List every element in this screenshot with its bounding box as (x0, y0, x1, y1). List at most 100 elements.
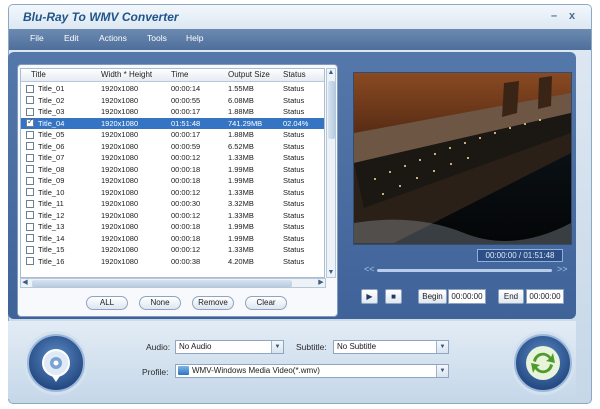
row-time: 00:00:12 (171, 245, 201, 254)
row-resolution: 1920x1080 (101, 199, 139, 208)
profile-value: WMV-Windows Media Video(*.wmv) (192, 366, 320, 375)
audio-label: Audio: (146, 342, 171, 352)
row-checkbox[interactable] (26, 199, 34, 208)
row-resolution: 1920x1080 (101, 141, 139, 151)
row-checkbox[interactable] (26, 130, 34, 139)
vertical-scroll-thumb[interactable] (328, 81, 335, 139)
table-row[interactable]: Title_09 1920x1080 00:00:18 1.99MB Status (21, 175, 324, 187)
row-checkbox[interactable] (26, 107, 34, 116)
horizontal-scroll-thumb[interactable] (32, 280, 292, 287)
play-button[interactable]: ▶ (361, 289, 378, 304)
row-output-size: 1.99MB (228, 164, 254, 174)
chevron-down-icon[interactable]: ▼ (436, 341, 448, 353)
row-checkbox[interactable] (26, 188, 34, 196)
close-button[interactable]: x (565, 9, 579, 23)
col-time[interactable]: Time (171, 70, 188, 79)
table-row[interactable]: Title_07 1920x1080 00:00:12 1.33MB Status (21, 152, 324, 164)
subtitle-select[interactable]: No Subtitle ▼ (333, 340, 449, 354)
table-row[interactable]: Title_06 1920x1080 00:00:59 6.52MB Status (21, 141, 324, 153)
seek-slider[interactable] (377, 269, 552, 272)
menu-tools[interactable]: Tools (147, 33, 167, 43)
end-time-field[interactable]: 00:00:00 (526, 289, 564, 304)
row-status: Status (283, 130, 305, 139)
chevron-down-icon[interactable]: ▼ (436, 365, 448, 377)
row-checkbox[interactable] (26, 257, 34, 265)
row-title: Title_04 (38, 118, 65, 128)
row-checkbox[interactable] (26, 142, 34, 150)
menu-file[interactable]: File (30, 33, 44, 43)
row-checkbox[interactable] (26, 245, 34, 254)
col-status[interactable]: Status (283, 70, 306, 79)
wmv-format-icon (178, 366, 189, 375)
row-output-size: 3.32MB (228, 199, 254, 208)
chevron-down-icon[interactable]: ▼ (271, 341, 283, 353)
row-resolution: 1920x1080 (101, 130, 139, 139)
row-output-size: 741.29MB (228, 118, 263, 128)
horizontal-scrollbar[interactable]: ◀ ▶ (20, 278, 326, 288)
row-time: 00:00:14 (171, 84, 201, 93)
table-row[interactable]: Title_13 1920x1080 00:00:18 1.99MB Status (21, 221, 324, 233)
audio-select[interactable]: No Audio ▼ (175, 340, 284, 354)
row-checkbox[interactable] (26, 176, 34, 185)
table-row[interactable]: Title_04 1920x1080 01:51:48 741.29MB 02.04% (21, 117, 324, 129)
table-row[interactable]: Title_10 1920x1080 00:00:12 1.33MB Status (21, 187, 324, 199)
remove-button[interactable]: Remove (192, 296, 234, 310)
load-disc-button[interactable] (27, 334, 85, 392)
table-row[interactable]: Title_15 1920x1080 00:00:12 1.33MB Status (21, 244, 324, 256)
menu-actions[interactable]: Actions (99, 33, 127, 43)
row-output-size: 1.33MB (228, 245, 254, 254)
forward-icon[interactable]: >> (557, 264, 568, 274)
col-title[interactable]: Title (31, 70, 46, 79)
table-row[interactable]: Title_11 1920x1080 00:00:30 3.32MB Status (21, 198, 324, 210)
menu-help[interactable]: Help (186, 33, 203, 43)
row-checkbox[interactable] (26, 117, 34, 127)
select-none-button[interactable]: None (139, 296, 181, 310)
begin-button[interactable]: Begin (418, 289, 447, 304)
row-checkbox[interactable] (26, 153, 34, 162)
select-all-button[interactable]: ALL (86, 296, 128, 310)
col-resolution[interactable]: Width * Height (101, 70, 152, 79)
end-button[interactable]: End (498, 289, 524, 304)
row-checkbox[interactable] (26, 84, 34, 93)
row-checkbox[interactable] (26, 222, 34, 231)
table-row[interactable]: Title_02 1920x1080 00:00:55 6.08MB Status (21, 95, 324, 107)
table-row[interactable]: Title_01 1920x1080 00:00:14 1.55MB Status (21, 83, 324, 95)
table-row[interactable]: Title_05 1920x1080 00:00:17 1.88MB Status (21, 129, 324, 141)
ship-preview-image (354, 73, 571, 244)
begin-time-field[interactable]: 00:00:00 (448, 289, 486, 304)
row-time: 00:00:12 (171, 210, 201, 220)
scroll-up-icon[interactable]: ▲ (327, 69, 335, 77)
vertical-scrollbar[interactable]: ▲ ▼ (326, 68, 336, 278)
row-checkbox[interactable] (26, 96, 34, 104)
row-checkbox[interactable] (26, 211, 34, 219)
row-title: Title_13 (38, 222, 65, 231)
rewind-icon[interactable]: << (364, 264, 375, 274)
menu-edit[interactable]: Edit (64, 33, 79, 43)
row-status: Status (283, 153, 305, 162)
minimize-button[interactable]: – (547, 9, 561, 23)
table-row[interactable]: Title_12 1920x1080 00:00:12 1.33MB Status (21, 210, 324, 222)
table-row[interactable]: Title_08 1920x1080 00:00:18 1.99MB Status (21, 164, 324, 176)
row-title: Title_06 (38, 141, 65, 151)
stop-button[interactable]: ■ (385, 289, 402, 304)
col-output-size[interactable]: Output Size (228, 70, 270, 79)
table-header: Title Width * Height Time Output Size St… (21, 69, 324, 82)
table-row[interactable]: Title_16 1920x1080 00:00:38 4.20MB Status (21, 256, 324, 268)
row-resolution: 1920x1080 (101, 176, 139, 185)
row-time: 00:00:30 (171, 199, 201, 208)
subtitle-label: Subtitle: (296, 342, 327, 352)
row-title: Title_02 (38, 95, 65, 105)
table-row[interactable]: Title_03 1920x1080 00:00:17 1.88MB Status (21, 106, 324, 118)
table-row[interactable]: Title_14 1920x1080 00:00:18 1.99MB Status (21, 233, 324, 245)
convert-button[interactable] (514, 334, 572, 392)
scroll-left-icon[interactable]: ◀ (21, 279, 29, 287)
scroll-right-icon[interactable]: ▶ (317, 279, 325, 287)
row-output-size: 1.99MB (228, 176, 254, 185)
row-checkbox[interactable] (26, 234, 34, 242)
row-checkbox[interactable] (26, 165, 34, 173)
scroll-down-icon[interactable]: ▼ (327, 269, 335, 277)
profile-select[interactable]: WMV-Windows Media Video(*.wmv) ▼ (175, 364, 449, 378)
row-time: 00:00:18 (171, 164, 201, 174)
clear-button[interactable]: Clear (245, 296, 287, 310)
row-resolution: 1920x1080 (101, 107, 139, 116)
